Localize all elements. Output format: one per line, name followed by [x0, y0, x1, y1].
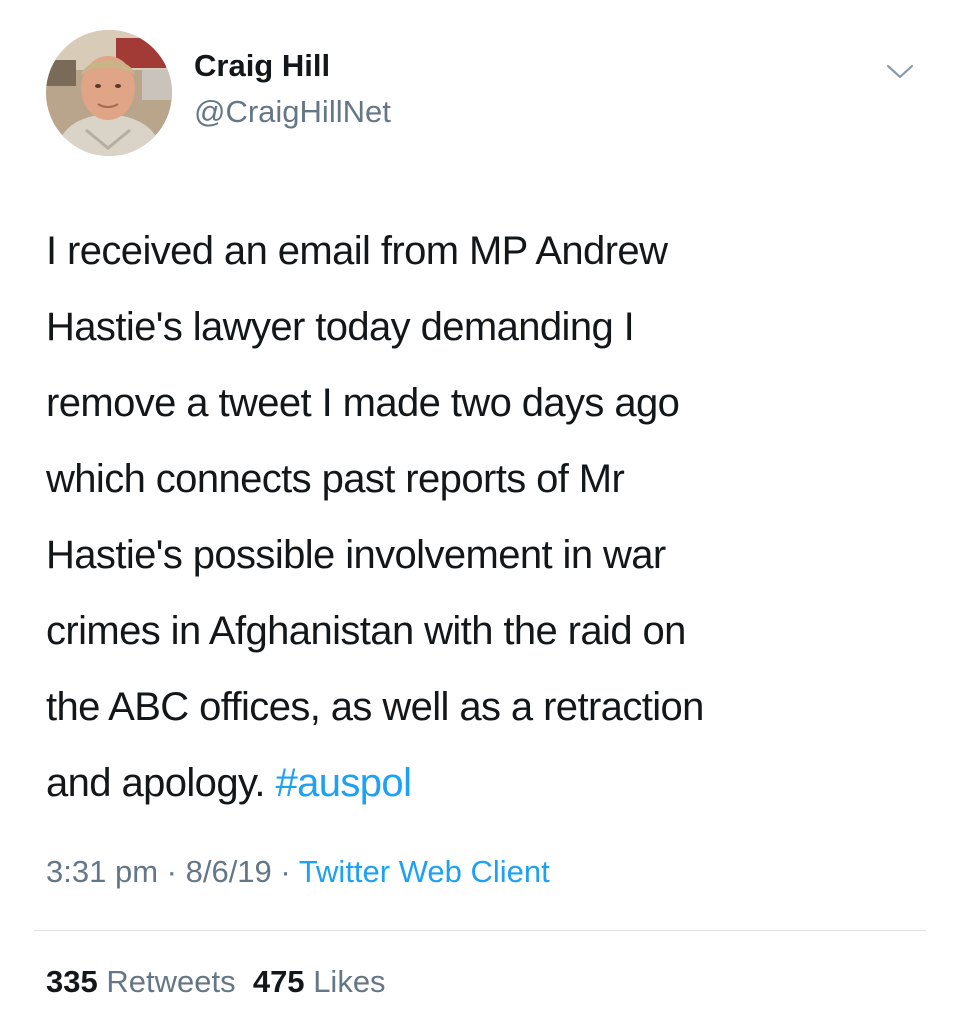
- tweet-line: which connects past reports of Mr: [46, 457, 625, 501]
- source-link[interactable]: Twitter Web Client: [299, 854, 550, 889]
- tweet-last-line: and apology. #auspol: [46, 745, 926, 821]
- divider: [34, 930, 926, 931]
- tweet-line: remove a tweet I made two days ago: [46, 381, 680, 425]
- likes-count: 475: [252, 964, 305, 999]
- meta-separator: ·: [280, 854, 291, 889]
- avatar-photo: [46, 30, 172, 156]
- author-display-name[interactable]: Craig Hill: [194, 46, 330, 86]
- tweet-line: Hastie's lawyer today demanding I: [46, 305, 635, 349]
- retweets-count: 335: [46, 964, 98, 999]
- chevron-down-icon[interactable]: [882, 56, 918, 86]
- tweet-text: I received an email from MP Andrew Hasti…: [46, 213, 926, 821]
- likes-stat[interactable]: 475 Likes: [253, 964, 386, 999]
- retweets-label: Retweets: [106, 964, 236, 999]
- avatar[interactable]: [46, 30, 172, 156]
- tweet-line: Hastie's possible involvement in war: [46, 533, 666, 577]
- hashtag-link[interactable]: #auspol: [275, 761, 412, 805]
- tweet-line: I received an email from MP Andrew: [46, 229, 668, 273]
- retweets-stat[interactable]: 335 Retweets: [46, 964, 236, 999]
- tweet-stats: 335 Retweets 475 Likes: [46, 960, 386, 1004]
- tweet-date: 8/6/19: [185, 854, 272, 889]
- tweet-line-text: and apology.: [46, 761, 266, 805]
- likes-label: Likes: [313, 964, 386, 999]
- author-handle[interactable]: @CraigHillNet: [194, 92, 391, 132]
- tweet-time: 3:31 pm: [46, 854, 159, 889]
- tweet-line: crimes in Afghanistan with the raid on: [46, 609, 686, 653]
- meta-separator: ·: [166, 854, 177, 889]
- tweet-meta: 3:31 pm · 8/6/19 · Twitter Web Client: [46, 850, 550, 894]
- tweet-line: the ABC offices, as well as a retraction: [46, 685, 704, 729]
